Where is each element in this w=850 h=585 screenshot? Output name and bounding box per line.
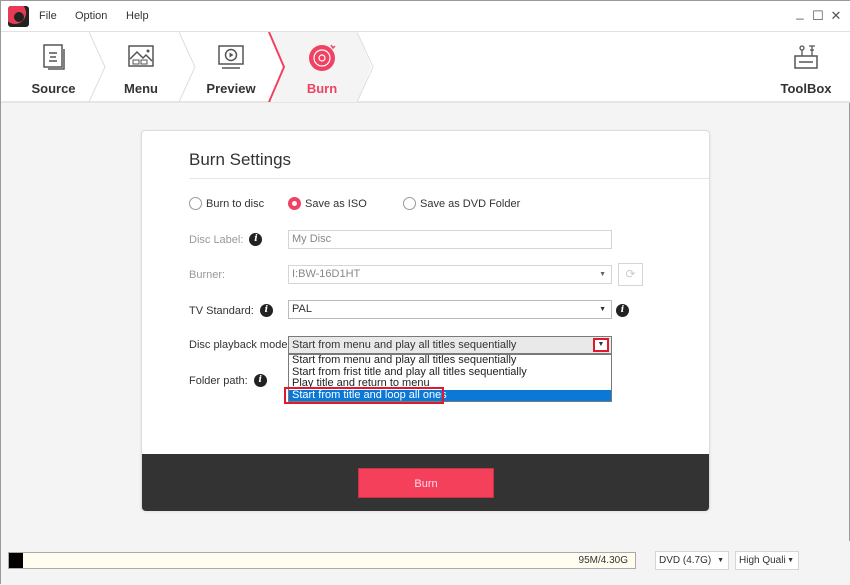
panel-footer: Burn [142, 454, 709, 511]
step-label: Burn [306, 81, 338, 96]
title-bar: File Option Help _ ☐ ✕ [1, 1, 850, 32]
burn-settings-panel: Burn Settings Burn to disc Save as ISO S… [141, 130, 710, 511]
menu-option[interactable]: Option [75, 10, 107, 22]
step-toolbar: Source Menu Preview Burn ToolBox [1, 32, 850, 103]
disc-type-value: DVD (4.7G) [659, 555, 712, 566]
menu-file[interactable]: File [39, 10, 57, 22]
chevron-down-icon: ▼ [599, 271, 606, 278]
playback-mode-value: Start from menu and play all titles sequ… [292, 339, 517, 351]
radio-circle[interactable] [189, 197, 202, 210]
refresh-icon: ⟳ [625, 267, 636, 281]
close-button[interactable]: ✕ [829, 8, 843, 24]
burner-value: I:BW-16D1HT [292, 268, 361, 280]
chevron-down-icon: ▼ [787, 557, 794, 564]
radio-circle-selected[interactable] [288, 197, 301, 210]
info-icon[interactable]: i [259, 304, 273, 317]
step-separator [357, 32, 374, 102]
refresh-burner-button[interactable]: ⟳ [618, 263, 643, 286]
step-label: Menu [124, 81, 158, 96]
menu-help[interactable]: Help [126, 10, 149, 22]
step-source[interactable]: Source [11, 32, 96, 102]
playback-mode-select[interactable]: Start from menu and play all titles sequ… [288, 336, 612, 354]
step-burn[interactable]: Burn [283, 32, 361, 102]
toolbox-label: ToolBox [780, 81, 832, 96]
disc-usage-bar: 95M/4.30G [8, 552, 636, 569]
quality-select[interactable]: High Quali ▼ [735, 551, 799, 570]
chevron-down-icon: ▼ [717, 557, 724, 564]
toolbox-button[interactable]: ToolBox [776, 32, 836, 102]
disc-burn-icon [309, 44, 336, 71]
chevron-down-icon: ▼ [599, 306, 606, 313]
burn-button[interactable]: Burn [358, 468, 494, 498]
info-icon[interactable]: i [253, 374, 267, 387]
minimize-button[interactable]: _ [793, 5, 807, 20]
step-label: Source [31, 81, 76, 96]
divider [189, 178, 709, 179]
burner-select[interactable]: I:BW-16D1HT ▼ [288, 265, 612, 284]
disc-label-label: Disc Label: i [189, 233, 263, 246]
burner-label: Burner: [189, 269, 226, 281]
tv-standard-value: PAL [292, 303, 312, 315]
label-text: Folder path: [189, 374, 248, 387]
image-menu-icon [128, 45, 154, 67]
playback-mode-label: Disc playback mode: [189, 339, 291, 351]
folder-path-label: Folder path: i [189, 374, 267, 387]
app-logo [8, 6, 29, 27]
label-text: Disc Label: [189, 233, 244, 246]
disc-usage-fill [9, 553, 23, 568]
label-text: TV Standard: [189, 304, 254, 317]
play-screen-icon [218, 45, 244, 69]
panel-title: Burn Settings [189, 150, 292, 169]
step-preview[interactable]: Preview [191, 32, 271, 102]
disc-type-select[interactable]: DVD (4.7G) ▼ [655, 551, 729, 570]
radio-save-as-iso[interactable]: Save as ISO [288, 197, 367, 210]
step-label: Preview [206, 81, 256, 96]
option[interactable]: Start from menu and play all titles sequ… [289, 354, 611, 367]
tv-standard-select[interactable]: PAL ▼ [288, 300, 612, 319]
radio-label: Save as DVD Folder [420, 197, 521, 210]
option[interactable]: Play title and return to menu [289, 377, 611, 390]
playback-mode-options: Start from menu and play all titles sequ… [288, 354, 612, 402]
status-bar: 95M/4.30G DVD (4.7G) ▼ High Quali ▼ [1, 541, 850, 585]
info-icon[interactable]: i [249, 233, 263, 246]
document-icon [42, 44, 65, 70]
maximize-button[interactable]: ☐ [811, 8, 825, 24]
step-menu[interactable]: Menu [101, 32, 181, 102]
radio-burn-to-disc[interactable]: Burn to disc [189, 197, 264, 210]
quality-value: High Quali [739, 555, 786, 566]
option-highlighted[interactable]: Start from title and loop all ones [289, 389, 611, 401]
radio-label: Burn to disc [206, 197, 265, 210]
info-icon[interactable]: i [616, 304, 629, 317]
radio-circle[interactable] [403, 197, 416, 210]
tv-standard-label: TV Standard: i [189, 304, 273, 317]
disc-label-input[interactable]: My Disc [288, 230, 612, 249]
toolbox-icon [794, 45, 818, 69]
dropdown-button[interactable]: ▼ [593, 338, 609, 352]
radio-label: Save as ISO [305, 197, 367, 210]
radio-save-as-dvd-folder[interactable]: Save as DVD Folder [403, 197, 520, 210]
disc-usage-text: 95M/4.30G [578, 555, 628, 566]
